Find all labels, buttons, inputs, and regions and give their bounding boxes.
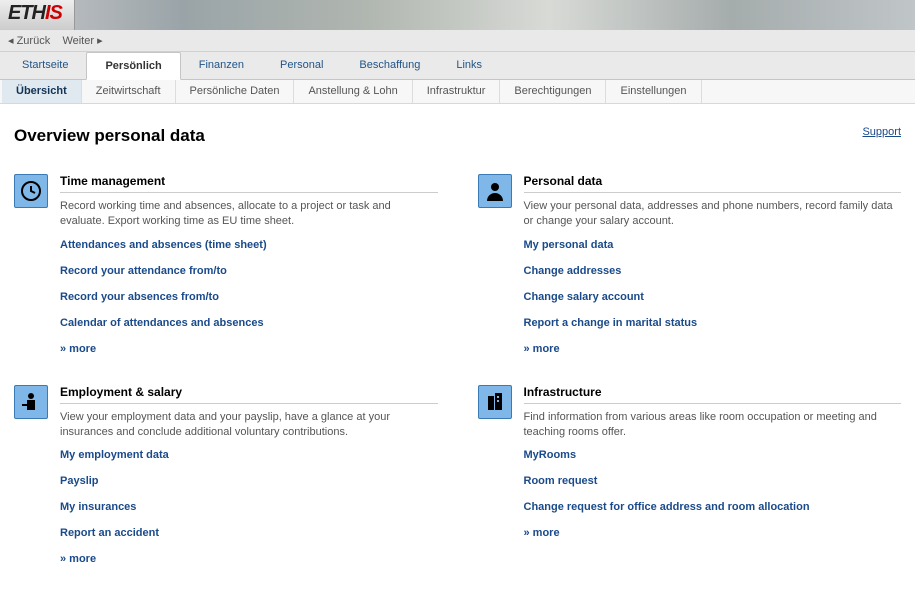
sub-tab--bersicht[interactable]: Übersicht: [2, 80, 82, 103]
link-my-employment-data[interactable]: My employment data: [60, 449, 438, 461]
section-personal-data: Personal data View your personal data, ad…: [478, 174, 902, 355]
logo: ETHIS: [0, 0, 75, 30]
section-title: Personal data: [524, 174, 902, 193]
right-column: Personal data View your personal data, ad…: [478, 174, 902, 595]
link-myrooms[interactable]: MyRooms: [524, 449, 902, 461]
person-icon: [478, 174, 512, 208]
main-tab-links[interactable]: Links: [438, 52, 500, 79]
main-tabs: StartseitePersönlichFinanzenPersonalBesc…: [0, 52, 915, 80]
section-desc: Record working time and absences, alloca…: [60, 199, 438, 229]
link-change-salary-account[interactable]: Change salary account: [524, 291, 902, 303]
more-link[interactable]: » more: [60, 553, 438, 565]
sub-tab-einstellungen[interactable]: Einstellungen: [606, 80, 701, 103]
page-title: Overview personal data: [14, 126, 205, 146]
sub-tab-anstellung-lohn[interactable]: Anstellung & Lohn: [294, 80, 412, 103]
employee-icon: [14, 385, 48, 419]
more-link[interactable]: » more: [524, 527, 902, 539]
content-area: Overview personal data Support Time mana…: [0, 104, 915, 615]
section-desc: Find information from various areas like…: [524, 410, 902, 440]
more-link[interactable]: » more: [60, 343, 438, 355]
link-report-an-accident[interactable]: Report an accident: [60, 527, 438, 539]
logo-part2: IS: [45, 2, 62, 24]
clock-icon: [14, 174, 48, 208]
link-calendar-of-attendances-and-absences[interactable]: Calendar of attendances and absences: [60, 317, 438, 329]
link-my-insurances[interactable]: My insurances: [60, 501, 438, 513]
history-forward[interactable]: Weiter ▸: [62, 35, 102, 47]
more-link[interactable]: » more: [524, 343, 902, 355]
link-room-request[interactable]: Room request: [524, 475, 902, 487]
sub-tab-berechtigungen[interactable]: Berechtigungen: [500, 80, 606, 103]
section-infrastructure: Infrastructure Find information from vari…: [478, 385, 902, 540]
main-tab-startseite[interactable]: Startseite: [4, 52, 86, 79]
link-report-a-change-in-marital-status[interactable]: Report a change in marital status: [524, 317, 902, 329]
section-time-management: Time management Record working time and a…: [14, 174, 438, 355]
building-icon: [478, 385, 512, 419]
section-title: Time management: [60, 174, 438, 193]
history-bar: ◂ Zurück Weiter ▸: [0, 30, 915, 52]
link-payslip[interactable]: Payslip: [60, 475, 438, 487]
history-back[interactable]: ◂ Zurück: [8, 35, 50, 47]
sub-tab-infrastruktur[interactable]: Infrastruktur: [413, 80, 501, 103]
link-record-your-absences-from-to[interactable]: Record your absences from/to: [60, 291, 438, 303]
sub-tab-zeitwirtschaft[interactable]: Zeitwirtschaft: [82, 80, 176, 103]
section-title: Employment & salary: [60, 385, 438, 404]
sub-tab-pers-nliche-daten[interactable]: Persönliche Daten: [176, 80, 295, 103]
link-record-your-attendance-from-to[interactable]: Record your attendance from/to: [60, 265, 438, 277]
link-my-personal-data[interactable]: My personal data: [524, 239, 902, 251]
link-attendances-and-absences-time-sheet-[interactable]: Attendances and absences (time sheet): [60, 239, 438, 251]
logo-part1: ETH: [8, 2, 45, 24]
main-tab-beschaffung[interactable]: Beschaffung: [341, 52, 438, 79]
section-employment-salary: Employment & salary View your employment …: [14, 385, 438, 566]
link-change-request-for-office-address-and-room-allocation[interactable]: Change request for office address and ro…: [524, 501, 902, 513]
link-change-addresses[interactable]: Change addresses: [524, 265, 902, 277]
section-desc: View your employment data and your paysl…: [60, 410, 438, 440]
section-title: Infrastructure: [524, 385, 902, 404]
support-link[interactable]: Support: [862, 126, 901, 138]
section-desc: View your personal data, addresses and p…: [524, 199, 902, 229]
sub-tabs: ÜbersichtZeitwirtschaftPersönliche Daten…: [0, 80, 915, 104]
main-tab-persönlich[interactable]: Persönlich: [86, 52, 180, 80]
main-tab-finanzen[interactable]: Finanzen: [181, 52, 262, 79]
header-banner: ETHIS: [0, 0, 915, 30]
main-tab-personal[interactable]: Personal: [262, 52, 341, 79]
left-column: Time management Record working time and a…: [14, 174, 438, 595]
